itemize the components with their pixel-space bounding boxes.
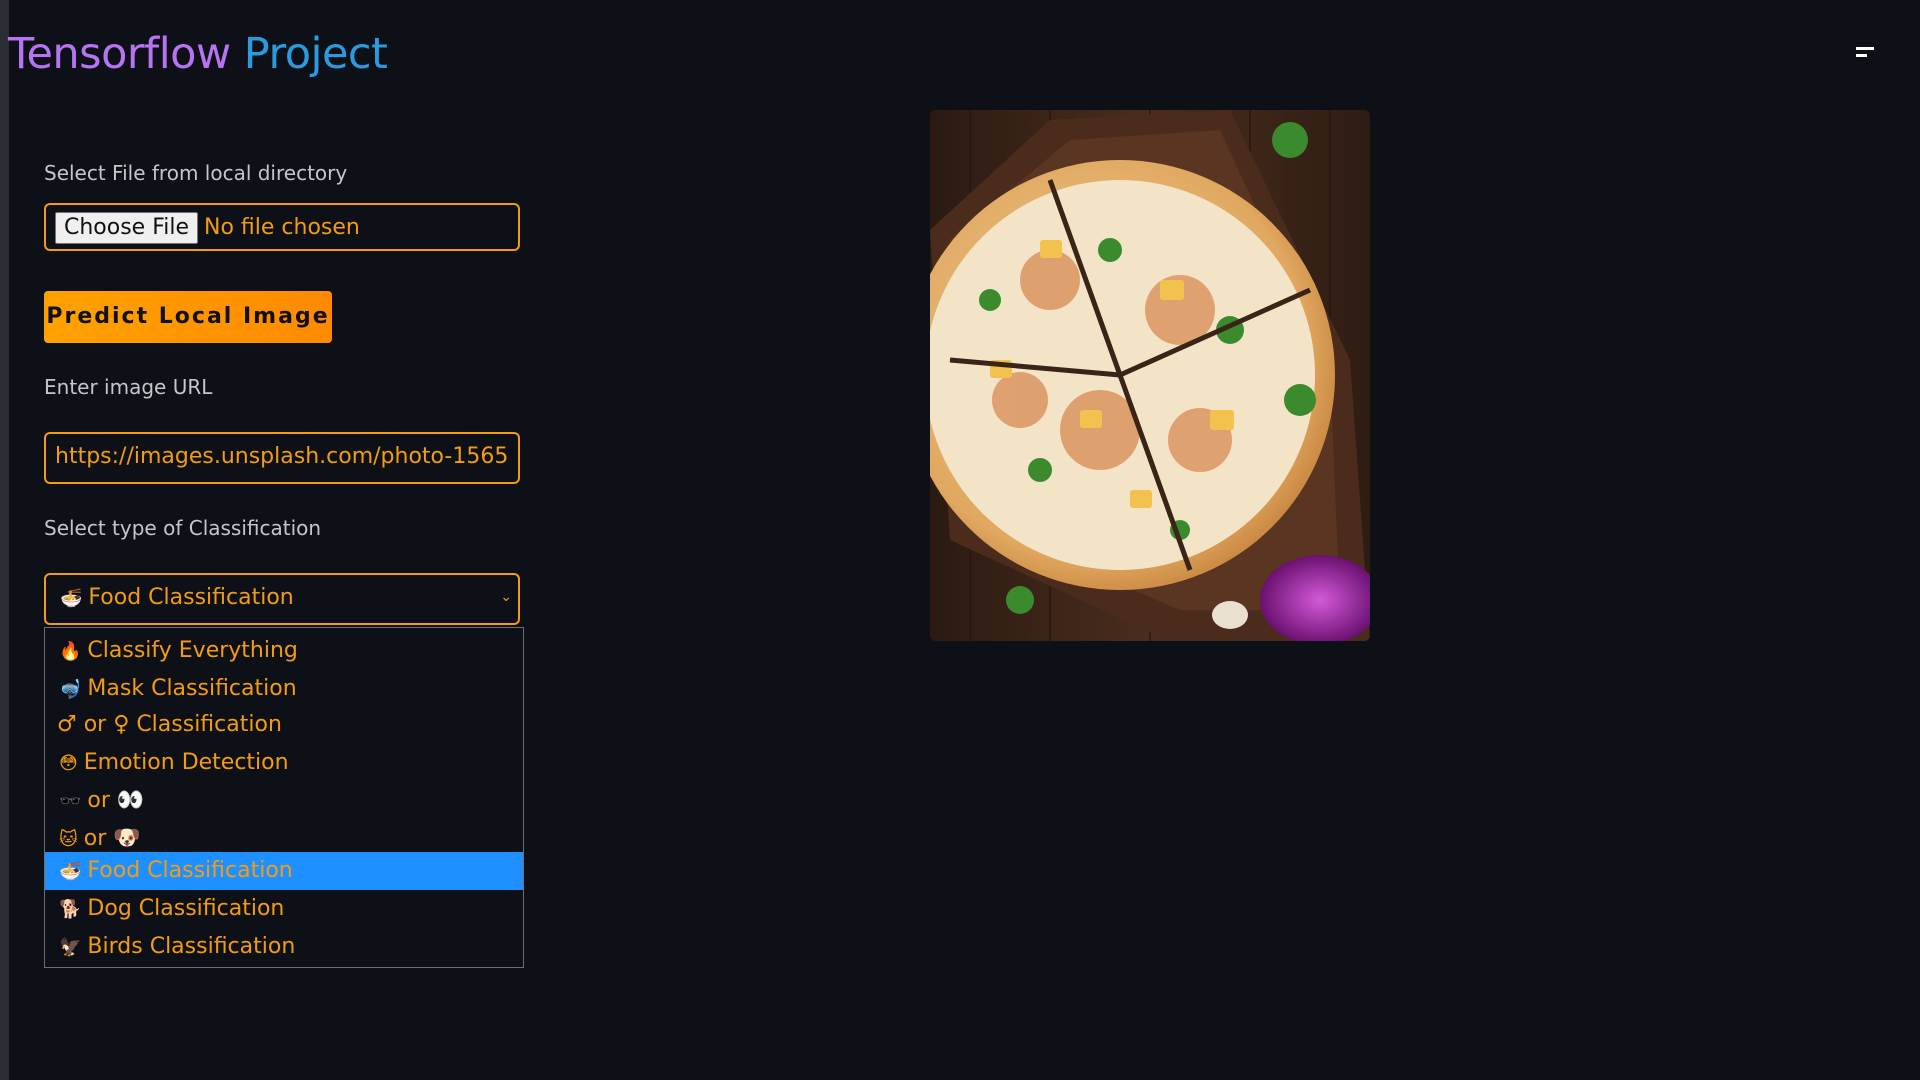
option-dog-classification[interactable]: 🐕 Dog Classification [45, 890, 523, 928]
option-birds-classification[interactable]: 🦅 Birds Classification [45, 928, 523, 966]
option-label: Emotion Detection [83, 750, 289, 775]
pizza-image [930, 110, 1370, 641]
food-icon: 🍜 [59, 861, 82, 882]
pizza-illustration [930, 110, 1370, 641]
option-glasses-or-eyes[interactable]: 🕶️ or 👀 [45, 782, 523, 820]
option-label: Mask Classification [87, 676, 297, 701]
option-gender-classification[interactable]: ♂ or ♀ Classification [45, 706, 523, 744]
menu-icon-line [1856, 54, 1867, 57]
dog-icon: 🐕 [59, 899, 82, 920]
option-label: or 🐶 [83, 826, 141, 851]
image-url-label: Enter image URL [44, 375, 213, 399]
file-input[interactable]: Choose File No file chosen [44, 203, 520, 251]
food-icon: 🍜 [60, 588, 83, 609]
local-file-label: Select File from local directory [44, 161, 348, 185]
option-label: ♂ or ♀ Classification [57, 712, 282, 737]
choose-file-button[interactable]: Choose File [55, 212, 199, 244]
classification-selected-value: 🍜 Food Classification [60, 585, 294, 612]
option-food-classification[interactable]: 🍜 Food Classification [45, 852, 523, 890]
image-url-input[interactable]: https://images.unsplash.com/photo-15652 [44, 432, 520, 484]
diving-mask-icon: 🤿 [59, 679, 82, 700]
menu-icon-line [1856, 47, 1874, 50]
option-classify-everything[interactable]: 🔥 Classify Everything [45, 632, 523, 670]
image-url-value: https://images.unsplash.com/photo-15652 [55, 444, 510, 469]
option-label: or 👀 [87, 788, 145, 813]
title-word-project: Project [243, 29, 388, 79]
file-status-text: No file chosen [204, 215, 360, 240]
classification-select[interactable]: 🍜 Food Classification ⌄ [44, 573, 520, 625]
chevron-down-icon: ⌄ [500, 589, 512, 605]
option-mask-classification[interactable]: 🤿 Mask Classification [45, 670, 523, 708]
title-word-tensorflow: Tensorflow [8, 29, 231, 79]
left-edge-strip [0, 0, 9, 1080]
classification-label: Select type of Classification [44, 516, 322, 540]
option-label: Food Classification [87, 858, 293, 883]
fire-icon: 🔥 [59, 641, 82, 662]
option-label: Dog Classification [87, 896, 285, 921]
page-title: Tensorflow Project [8, 26, 388, 82]
flushed-face-icon: 😳 [59, 753, 78, 774]
classification-dropdown-list[interactable]: 🔥 Classify Everything 🤿 Mask Classificatio… [44, 627, 524, 968]
option-label: Birds Classification [87, 934, 296, 959]
classification-selected-text: Food Classification [88, 585, 294, 610]
eagle-icon: 🦅 [59, 937, 82, 958]
menu-icon[interactable] [1848, 40, 1888, 64]
option-emotion-detection[interactable]: 😳 Emotion Detection [45, 744, 523, 782]
predict-local-image-button[interactable]: Predict Local Image [44, 291, 332, 343]
option-label: Classify Everything [87, 638, 298, 663]
sunglasses-icon: 🕶️ [59, 791, 82, 812]
